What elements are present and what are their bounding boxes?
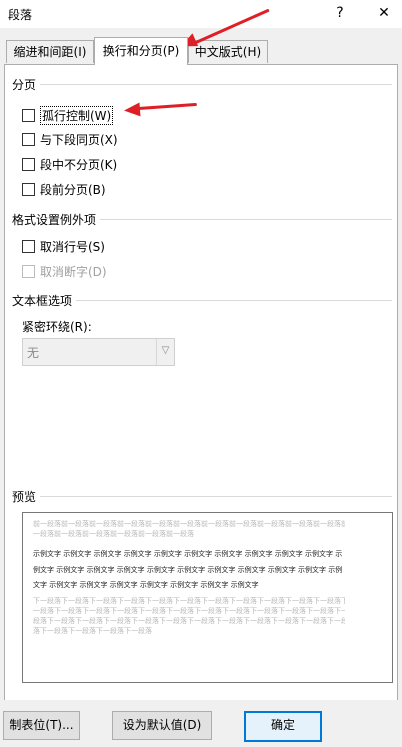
format-exceptions-divider (100, 219, 392, 220)
textbox-options-divider (76, 300, 392, 301)
dialog-title: 段落 (8, 8, 33, 22)
checkbox-box[interactable] (22, 132, 35, 146)
textbox-options-heading: 文本框选项 (12, 294, 73, 308)
checkbox-box (22, 264, 35, 278)
widow-control-checkbox[interactable]: 孤行控制(W) (22, 105, 114, 125)
pagination-heading: 分页 (12, 78, 37, 92)
annotation-arrowhead-widow (123, 102, 141, 118)
preview-next-line: 段落下一段落下一段落下一段落下一段落下一段落下一段落下一段落下一段落下一段落下一… (33, 617, 345, 625)
page-break-before-checkbox[interactable]: 段前分页(B) (22, 180, 106, 198)
tab-indent-spacing[interactable]: 缩进和间距(I) (6, 40, 94, 63)
tight-wrap-value: 无 (27, 346, 40, 360)
checkbox-box[interactable] (22, 239, 35, 253)
keep-with-next-checkbox[interactable]: 与下段同页(X) (22, 130, 118, 148)
preview-prev-line: 一段落前一段落前一段落前一段落前一段落前一段落 (33, 530, 194, 538)
no-hyphenation-label: 取消断字(D) (40, 264, 107, 279)
no-hyphenation-checkbox: 取消断字(D) (22, 262, 107, 280)
preview-sample-line: 例文字 示例文字 示例文字 示例文字 示例文字 示例文字 示例文字 示例文字 示… (33, 566, 343, 574)
preview-next-line: 落下一段落下一段落下一段落下一段落 (33, 627, 152, 635)
checkbox-box[interactable] (22, 108, 35, 122)
set-default-button[interactable]: 设为默认值(D) (112, 711, 212, 740)
preview-sample-line: 示例文字 示例文字 示例文字 示例文字 示例文字 示例文字 示例文字 示例文字 … (33, 550, 343, 558)
tight-wrap-select: 无 ▽ (22, 338, 175, 366)
suppress-line-numbers-checkbox[interactable]: 取消行号(S) (22, 237, 105, 255)
pagination-divider (40, 84, 392, 85)
chevron-down-icon: ▽ (156, 339, 174, 365)
keep-with-next-label: 与下段同页(X) (40, 132, 118, 147)
checkbox-box[interactable] (22, 182, 35, 196)
help-button[interactable]: ? (326, 2, 354, 24)
tab-line-page-breaks[interactable]: 换行和分页(P) (94, 37, 188, 65)
preview-sample-line: 文字 示例文字 示例文字 示例文字 示例文字 示例文字 示例文字 示例文字 (33, 581, 259, 589)
preview-next-line: 一段落下一段落下一段落下一段落下一段落下一段落下一段落下一段落下一段落下一段落下… (33, 607, 345, 615)
suppress-line-numbers-label: 取消行号(S) (40, 239, 105, 254)
format-exceptions-heading: 格式设置例外项 (12, 213, 97, 227)
ok-button[interactable]: 确定 (244, 711, 322, 742)
preview-prev-line: 前一段落前一段落前一段落前一段落前一段落前一段落前一段落前一段落前一段落前一段落… (33, 520, 345, 528)
close-button[interactable]: ✕ (370, 2, 398, 24)
checkbox-box[interactable] (22, 157, 35, 171)
tabs-button[interactable]: 制表位(T)... (3, 711, 80, 740)
tab-asian-typography[interactable]: 中文版式(H) (188, 40, 268, 63)
preview-heading: 预览 (12, 490, 37, 504)
page-break-before-label: 段前分页(B) (40, 182, 106, 197)
keep-lines-together-checkbox[interactable]: 段中不分页(K) (22, 155, 117, 173)
widow-control-label: 孤行控制(W) (40, 105, 114, 125)
tight-wrap-label: 紧密环绕(R): (22, 320, 92, 334)
preview-divider (40, 496, 392, 497)
preview-next-line: 下一段落下一段落下一段落下一段落下一段落下一段落下一段落下一段落下一段落下一段落… (33, 597, 345, 605)
keep-lines-together-label: 段中不分页(K) (40, 157, 118, 172)
